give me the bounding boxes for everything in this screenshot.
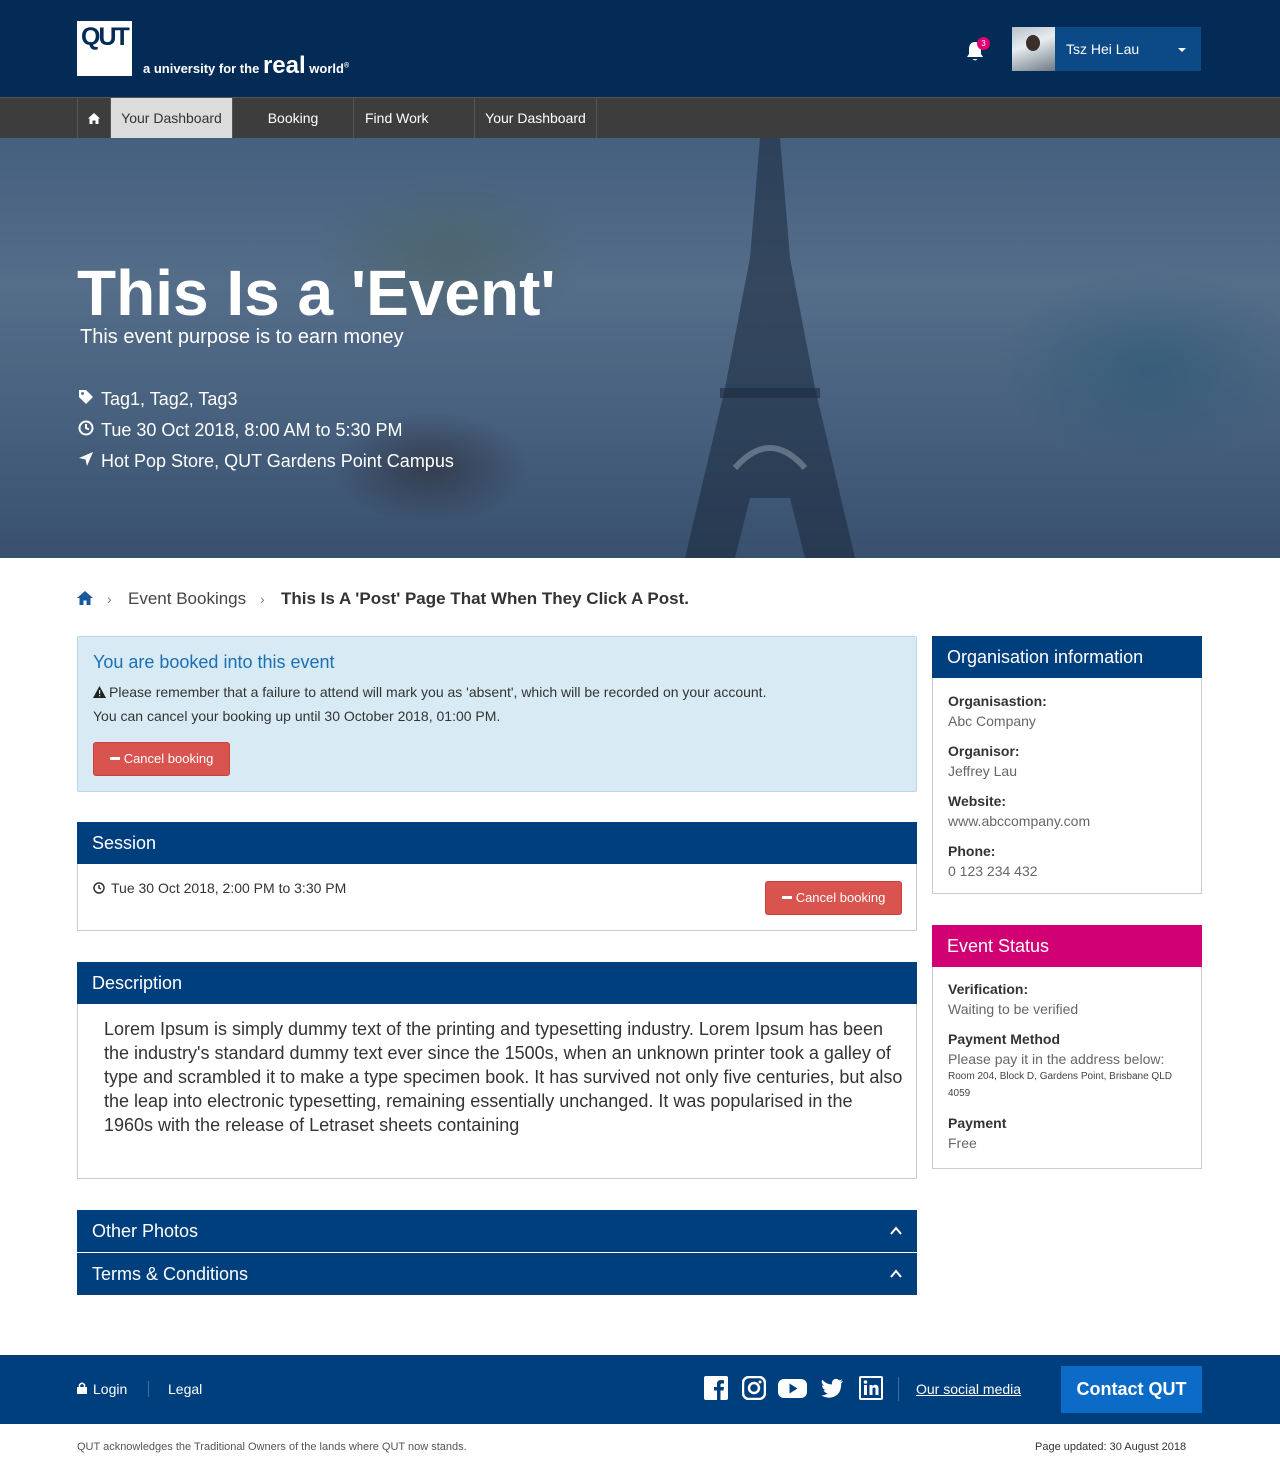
alert-title: You are booked into this event xyxy=(93,652,335,672)
alert-warning-text: Please remember that a failure to attend… xyxy=(109,684,767,700)
nav-your-dashboard[interactable]: Your Dashboard xyxy=(111,98,233,138)
tagline-prefix: a university for the xyxy=(143,61,260,76)
location-arrow-icon xyxy=(77,451,95,471)
verification-value: Waiting to be verified xyxy=(948,1001,1079,1017)
lock-icon xyxy=(77,1382,87,1394)
social-media-link[interactable]: Our social media xyxy=(916,1381,1021,1397)
nav-booking[interactable]: Booking xyxy=(233,98,354,138)
chevron-up-icon xyxy=(890,1226,902,1235)
linkedin-icon[interactable] xyxy=(859,1376,883,1400)
description-text: Lorem Ipsum is simply dummy text of the … xyxy=(104,1019,903,1135)
warning-icon xyxy=(93,686,106,698)
session-panel: Session Tue 30 Oct 2018, 2:00 PM to 3:30… xyxy=(77,822,917,931)
nav-your-dashboard-2[interactable]: Your Dashboard xyxy=(475,98,597,138)
chevron-down-icon xyxy=(1178,48,1186,52)
booking-alert: You are booked into this event Please re… xyxy=(77,636,917,792)
org-value: Abc Company xyxy=(948,713,1036,729)
tagline-real: real xyxy=(262,52,306,79)
other-photos-toggle[interactable]: Other Photos xyxy=(77,1210,917,1252)
payment-method-value: Please pay it in the address below: xyxy=(948,1051,1165,1067)
verification-label: Verification: xyxy=(948,981,1029,997)
organisation-panel: Organisation information Organisastion: … xyxy=(932,636,1202,894)
home-icon[interactable] xyxy=(77,590,93,606)
contact-qut-button[interactable]: Contact QUT xyxy=(1061,1366,1202,1413)
organisor-label: Organisor: xyxy=(948,743,1020,759)
payment-value: Free xyxy=(948,1135,977,1151)
event-tags-text: Tag1, Tag2, Tag3 xyxy=(101,389,238,409)
clock-icon xyxy=(77,420,95,440)
acknowledgement-text: QUT acknowledges the Traditional Owners … xyxy=(77,1441,467,1453)
instagram-icon[interactable] xyxy=(742,1376,766,1400)
organisation-heading: Organisation information xyxy=(932,636,1202,678)
twitter-icon[interactable] xyxy=(820,1376,844,1400)
event-datetime: Tue 30 Oct 2018, 8:00 AM to 5:30 PM xyxy=(77,420,403,441)
session-time-text: Tue 30 Oct 2018, 2:00 PM to 3:30 PM xyxy=(111,880,347,896)
user-name: Tsz Hei Lau xyxy=(1066,41,1140,57)
terms-label: Terms & Conditions xyxy=(92,1264,249,1284)
event-status-panel: Event Status Verification: Waiting to be… xyxy=(932,925,1202,1169)
main-nav: Your Dashboard Booking Find Work Your Da… xyxy=(0,97,1280,138)
alert-warning: Please remember that a failure to attend… xyxy=(93,684,766,700)
terms-toggle[interactable]: Terms & Conditions xyxy=(77,1253,917,1295)
breadcrumb-event-bookings[interactable]: Event Bookings xyxy=(128,588,246,610)
alert-cancel-note: You can cancel your booking up until 30 … xyxy=(93,708,501,724)
site-header: QUT a university for the real world® 3 T… xyxy=(0,0,1280,97)
session-time: Tue 30 Oct 2018, 2:00 PM to 3:30 PM xyxy=(93,880,346,896)
website-value[interactable]: www.abccompany.com xyxy=(948,813,1090,829)
session-cancel-button[interactable]: Cancel booking xyxy=(765,881,902,915)
login-link[interactable]: Login xyxy=(77,1381,127,1397)
event-hero: This Is a 'Event' This event purpose is … xyxy=(0,138,1280,558)
site-footer: Login Legal Our social media Contact QUT xyxy=(0,1355,1280,1424)
session-heading: Session xyxy=(77,822,917,864)
breadcrumb-current: This Is A 'Post' Page That When They Cli… xyxy=(281,589,689,608)
other-photos-label: Other Photos xyxy=(92,1221,199,1241)
description-panel: Description Lorem Ipsum is simply dummy … xyxy=(77,962,917,1179)
tagline-world: world xyxy=(309,61,344,76)
tagline: a university for the real world® xyxy=(143,52,349,80)
event-title: This Is a 'Event' xyxy=(77,257,556,329)
breadcrumb-separator: › xyxy=(107,591,112,607)
event-status-heading: Event Status xyxy=(932,925,1202,967)
footer-divider xyxy=(148,1381,149,1397)
minus-icon xyxy=(781,896,792,900)
nav-find-work[interactable]: Find Work xyxy=(354,98,475,138)
description-heading: Description xyxy=(77,962,917,1004)
avatar xyxy=(1012,27,1055,71)
legal-link[interactable]: Legal xyxy=(168,1381,202,1397)
organisor-value: Jeffrey Lau xyxy=(948,763,1018,779)
payment-method-label: Payment Method xyxy=(948,1031,1061,1047)
event-subtitle: This event purpose is to earn money xyxy=(80,326,404,348)
org-label: Organisastion: xyxy=(948,693,1047,709)
website-label: Website: xyxy=(948,793,1007,809)
footer-divider xyxy=(898,1377,899,1401)
event-datetime-text: Tue 30 Oct 2018, 8:00 AM to 5:30 PM xyxy=(101,420,403,440)
phone-label: Phone: xyxy=(948,843,996,859)
qut-logo[interactable]: QUT xyxy=(77,21,132,76)
home-icon xyxy=(88,113,100,124)
phone-value: 0 123 234 432 xyxy=(948,863,1038,879)
cancel-booking-label: Cancel booking xyxy=(123,751,214,766)
event-location: Hot Pop Store, QUT Gardens Point Campus xyxy=(77,451,454,472)
chevron-up-icon xyxy=(890,1269,902,1278)
nav-home[interactable] xyxy=(77,98,111,138)
cancel-booking-button[interactable]: Cancel booking xyxy=(93,742,230,776)
clock-icon xyxy=(93,882,105,894)
payment-label: Payment xyxy=(948,1115,1007,1131)
event-location-text: Hot Pop Store, QUT Gardens Point Campus xyxy=(101,451,454,471)
eiffel-tower-image xyxy=(685,138,855,558)
registered-mark: ® xyxy=(343,62,350,70)
session-cancel-label: Cancel booking xyxy=(795,890,886,905)
payment-address: Room 204, Block D, Gardens Point, Brisba… xyxy=(948,1071,1172,1099)
event-tags: Tag1, Tag2, Tag3 xyxy=(77,389,237,410)
page-updated-text: Page updated: 30 August 2018 xyxy=(1035,1441,1187,1453)
youtube-icon[interactable] xyxy=(778,1376,807,1400)
logo-text: QUT xyxy=(81,23,130,51)
user-menu-button[interactable]: Tsz Hei Lau xyxy=(1012,27,1201,71)
tag-icon xyxy=(77,389,95,409)
login-label: Login xyxy=(93,1381,128,1397)
minus-icon xyxy=(109,757,120,761)
breadcrumb-separator: › xyxy=(260,591,265,607)
notification-badge: 3 xyxy=(977,37,990,50)
facebook-icon[interactable] xyxy=(704,1376,728,1400)
